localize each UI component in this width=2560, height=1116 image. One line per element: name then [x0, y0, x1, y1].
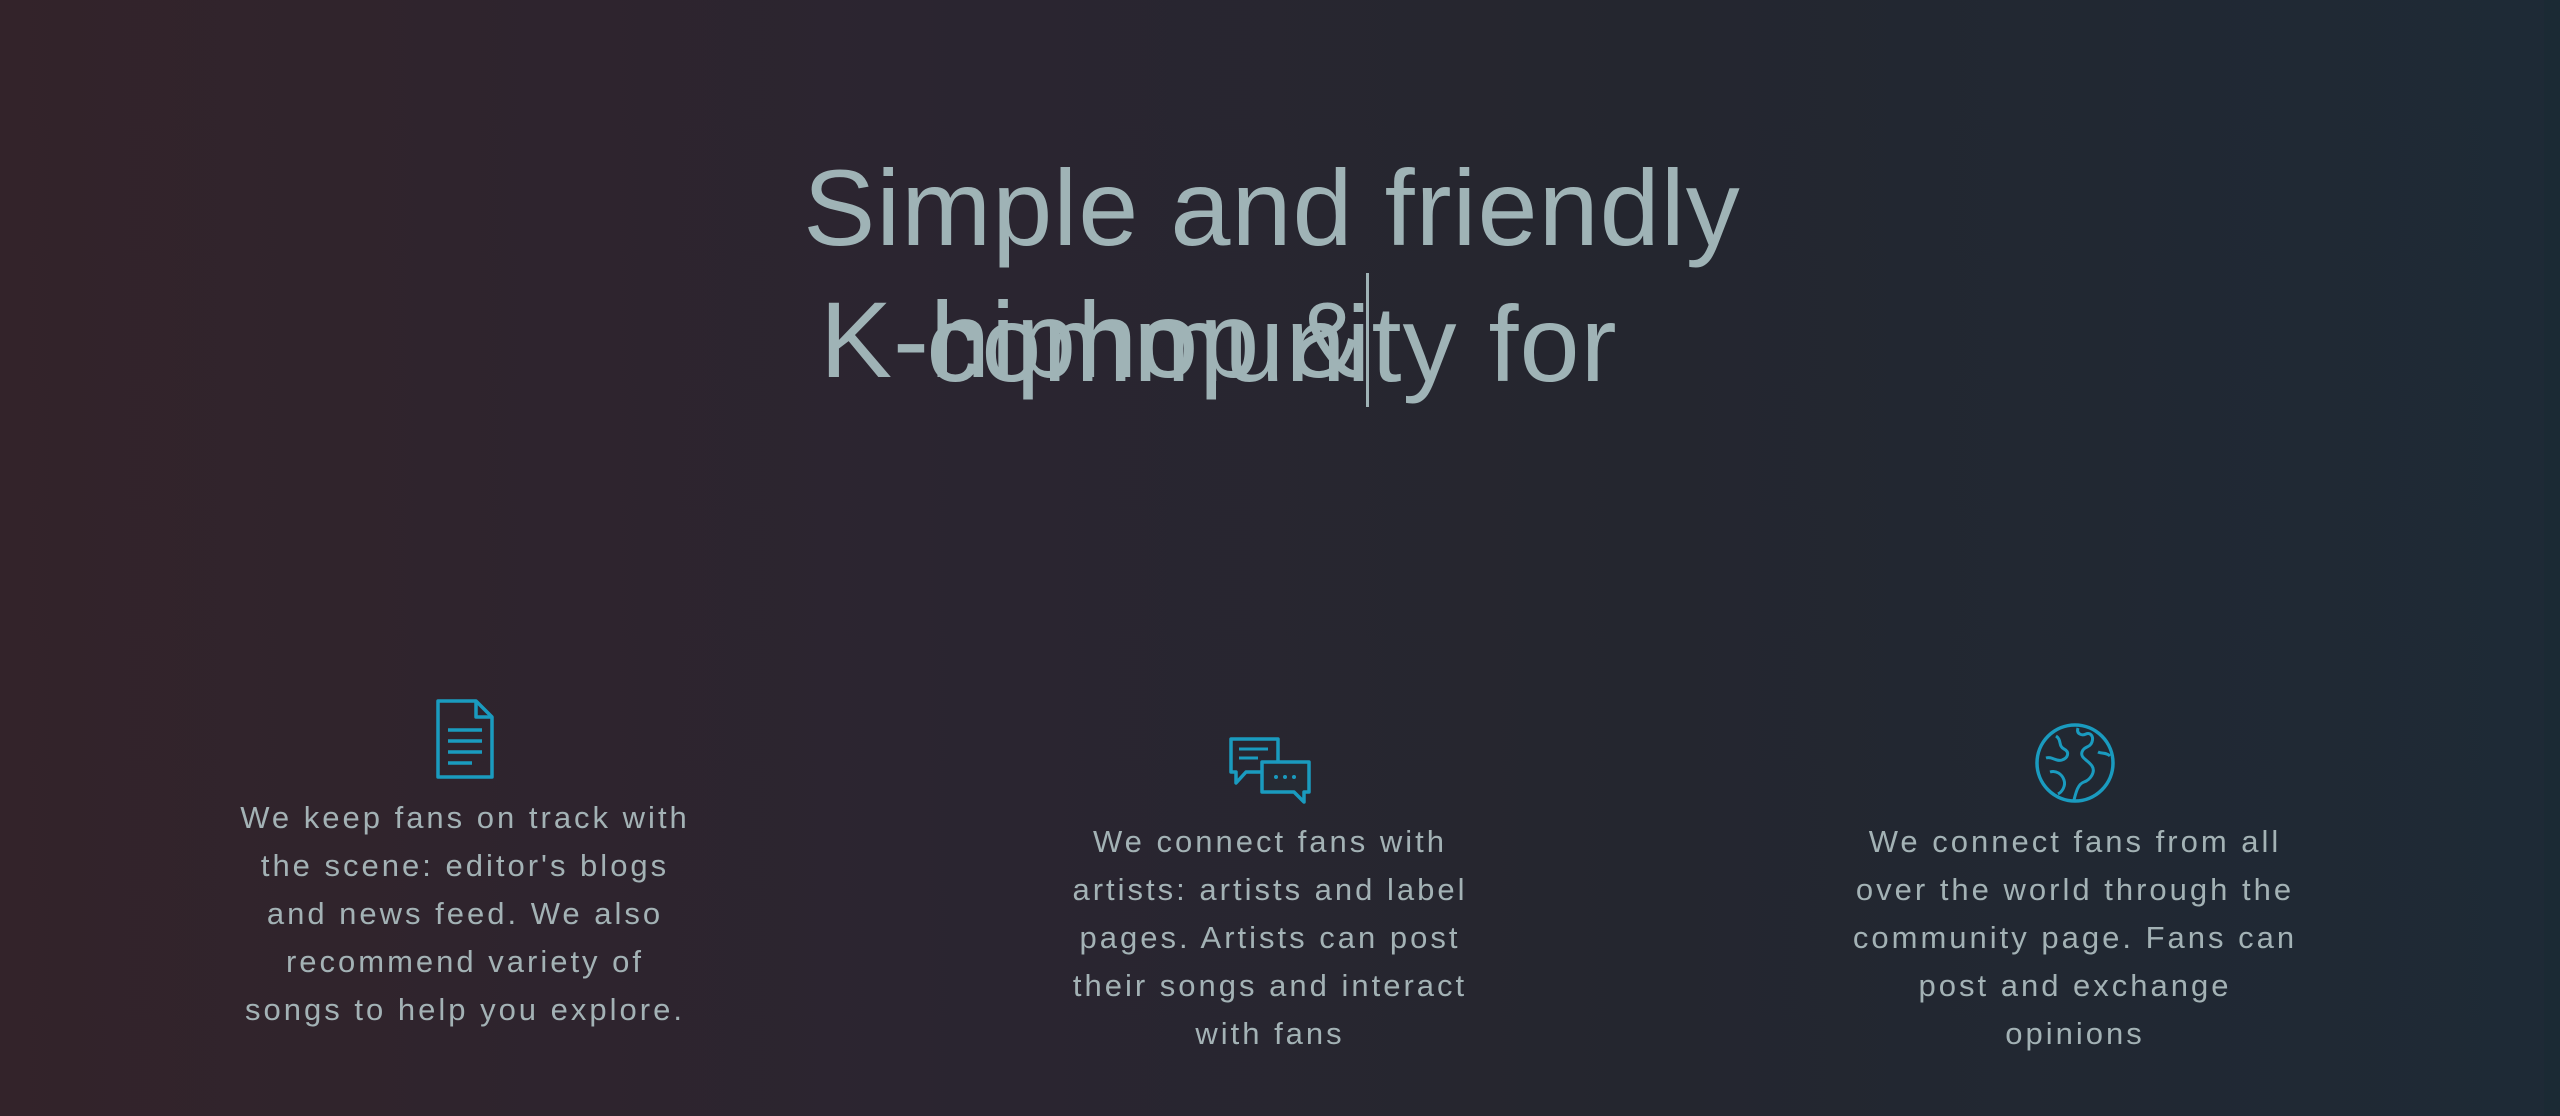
hero-line-1: Simple and friendly [803, 147, 1741, 268]
feature-artists-text: We connect fans with artists: artists an… [1072, 824, 1468, 1051]
feature-news: We keep fans on track with the scene: ed… [235, 680, 695, 1034]
feature-artists: We connect fans with artists: artists an… [1040, 704, 1500, 1058]
chat-bubbles-icon [1228, 736, 1312, 804]
globe-icon [2034, 722, 2116, 804]
feature-community: We connect fans from all over the world … [1845, 704, 2305, 1058]
document-icon [434, 698, 496, 780]
feature-community-text: We connect fans from all over the world … [1852, 824, 2298, 1051]
typing-headline: K-hiphop & [820, 272, 1370, 408]
typing-caret [1366, 273, 1370, 407]
features-section: We keep fans on track with the scene: ed… [0, 680, 2544, 1116]
feature-news-text: We keep fans on track with the scene: ed… [240, 800, 690, 1027]
scrollbar-track[interactable] [2544, 0, 2560, 1116]
typing-text: K-hiphop & [820, 279, 1365, 400]
